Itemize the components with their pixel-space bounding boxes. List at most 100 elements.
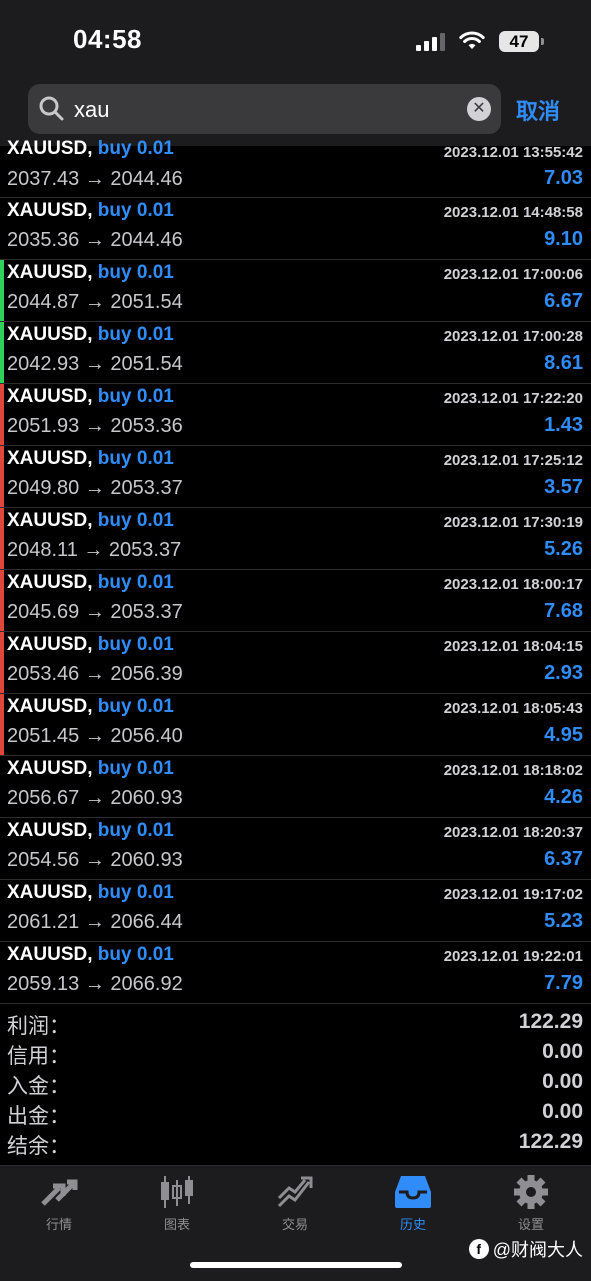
symbol-label: XAUUSD,	[7, 200, 93, 221]
summary-row: 利润： 122.29	[0, 1008, 591, 1038]
trade-row[interactable]: XAUUSD, buy 0.01 2023.12.01 18:20:37 2054.…	[0, 818, 591, 880]
trade-row[interactable]: XAUUSD, buy 0.01 2023.12.01 18:00:17 2045.…	[0, 570, 591, 632]
trade-row[interactable]: XAUUSD, buy 0.01 2023.12.01 17:30:19 2048.…	[0, 508, 591, 570]
symbol-label: XAUUSD,	[7, 510, 93, 531]
home-indicator[interactable]	[190, 1262, 402, 1268]
trade-prices: 2051.93 → 2053.36	[7, 415, 183, 437]
trade-symbol: XAUUSD, buy 0.01	[7, 200, 174, 222]
trade-prices: 2051.45 → 2056.40	[7, 725, 183, 747]
tab-chart[interactable]: 图表	[118, 1174, 236, 1236]
trade-prices: 2048.11 → 2053.37	[7, 539, 182, 561]
trade-side: buy 0.01	[97, 758, 174, 779]
trade-side: buy 0.01	[97, 262, 174, 283]
trade-status-marker	[0, 384, 4, 445]
status-time: 04:58	[73, 24, 142, 54]
search-input[interactable]	[72, 93, 456, 127]
trade-profit: 5.23	[544, 910, 583, 932]
trade-side: buy 0.01	[97, 138, 174, 159]
summary-value: 0.00	[542, 1040, 583, 1063]
chart-icon	[161, 1176, 193, 1208]
summary-row: 信用： 0.00	[0, 1038, 591, 1068]
gear-icon	[514, 1175, 548, 1209]
summary-label: 信用：	[7, 1045, 70, 1068]
trade-status-marker	[0, 570, 4, 631]
trade-time: 2023.12.01 17:30:19	[443, 514, 583, 531]
trade-side: buy 0.01	[97, 820, 174, 841]
trade-row[interactable]: XAUUSD, buy 0.01 2023.12.01 18:18:02 2056.…	[0, 756, 591, 818]
trade-profit: 7.79	[544, 972, 583, 994]
trade-status-marker	[0, 446, 4, 507]
tab-label: 交易	[281, 1217, 308, 1232]
trade-side: buy 0.01	[97, 882, 174, 903]
trade-prices: 2054.56 → 2060.93	[7, 849, 183, 871]
trade-profit: 4.26	[544, 786, 583, 808]
symbol-label: XAUUSD,	[7, 386, 93, 407]
trade-time: 2023.12.01 17:00:06	[443, 266, 583, 283]
trade-profit: 6.37	[544, 848, 583, 870]
trade-symbol: XAUUSD, buy 0.01	[7, 324, 174, 346]
symbol-label: XAUUSD,	[7, 572, 93, 593]
symbol-label: XAUUSD,	[7, 696, 93, 717]
trade-row[interactable]: XAUUSD, buy 0.01 2023.12.01 17:25:12 2049.…	[0, 446, 591, 508]
trade-row[interactable]: XAUUSD, buy 0.01 2023.12.01 19:17:02 2061.…	[0, 880, 591, 942]
trade-symbol: XAUUSD, buy 0.01	[7, 510, 174, 532]
tab-label: 行情	[45, 1217, 72, 1232]
trade-row[interactable]: XAUUSD, buy 0.01 2023.12.01 17:22:20 2051.…	[0, 384, 591, 446]
trade-side: buy 0.01	[97, 324, 174, 345]
trade-symbol: XAUUSD, buy 0.01	[7, 262, 174, 284]
trade-prices: 2049.80 → 2053.37	[7, 477, 183, 499]
trade-symbol: XAUUSD, buy 0.01	[7, 758, 174, 780]
trade-row[interactable]: XAUUSD, buy 0.01 2023.12.01 17:00:06 2044.…	[0, 260, 591, 322]
trade-time: 2023.12.01 19:17:02	[443, 886, 583, 903]
trade-profit: 3.57	[544, 476, 583, 498]
trade-row[interactable]: XAUUSD, buy 0.01 2023.12.01 14:48:58 2035.…	[0, 198, 591, 260]
summary-label: 利润：	[7, 1015, 70, 1038]
trade-time: 2023.12.01 18:18:02	[443, 762, 583, 779]
trade-side: buy 0.01	[97, 634, 174, 655]
trade-status-marker	[0, 694, 4, 755]
trade-symbol: XAUUSD, buy 0.01	[7, 386, 174, 408]
trade-history-list: XAUUSD, buy 0.01 2023.12.01 13:55:42 2037.…	[0, 138, 591, 1004]
watermark-text: @财阀大人	[492, 1240, 583, 1260]
quotes-icon	[41, 1179, 78, 1206]
trade-prices: 2037.43 → 2044.46	[7, 168, 183, 190]
trade-prices: 2053.46 → 2056.39	[7, 663, 183, 685]
trade-row[interactable]: XAUUSD, buy 0.01 2023.12.01 18:04:15 2053.…	[0, 632, 591, 694]
summary-row: 出金： 0.00	[0, 1098, 591, 1128]
trade-side: buy 0.01	[97, 510, 174, 531]
cancel-button[interactable]: 取消	[516, 94, 560, 126]
trade-profit: 7.03	[544, 167, 583, 189]
tab-history[interactable]: 历史	[354, 1174, 472, 1236]
tab-label: 设置	[517, 1217, 544, 1232]
symbol-label: XAUUSD,	[7, 758, 93, 779]
trade-prices: 2059.13 → 2066.92	[7, 973, 183, 995]
trade-row[interactable]: XAUUSD, buy 0.01 2023.12.01 13:55:42 2037.…	[0, 138, 591, 198]
summary-label: 结余：	[7, 1135, 70, 1158]
search-bar[interactable]: ✕	[28, 84, 501, 134]
trade-prices: 2045.69 → 2053.37	[7, 601, 183, 623]
trade-symbol: XAUUSD, buy 0.01	[7, 572, 174, 594]
trade-prices: 2056.67 → 2060.93	[7, 787, 183, 809]
trade-row[interactable]: XAUUSD, buy 0.01 2023.12.01 17:00:28 2042.…	[0, 322, 591, 384]
symbol-label: XAUUSD,	[7, 262, 93, 283]
tab-settings[interactable]: 设置	[472, 1174, 590, 1236]
trade-symbol: XAUUSD, buy 0.01	[7, 820, 174, 842]
symbol-label: XAUUSD,	[7, 882, 93, 903]
tab-trade[interactable]: 交易	[236, 1174, 354, 1236]
trade-profit: 2.93	[544, 662, 583, 684]
clear-search-icon[interactable]: ✕	[467, 97, 491, 121]
trade-side: buy 0.01	[97, 448, 174, 469]
trade-side: buy 0.01	[97, 696, 174, 717]
top-bar: 04:58 47 ✕ 取消	[0, 0, 591, 146]
trade-time: 2023.12.01 19:22:01	[443, 948, 583, 965]
trade-time: 2023.12.01 18:00:17	[443, 576, 583, 593]
trade-time: 2023.12.01 17:00:28	[443, 328, 583, 345]
trade-prices: 2044.87 → 2051.54	[7, 291, 183, 313]
trade-row[interactable]: XAUUSD, buy 0.01 2023.12.01 18:05:43 2051.…	[0, 694, 591, 756]
trade-symbol: XAUUSD, buy 0.01	[7, 882, 174, 904]
trade-row[interactable]: XAUUSD, buy 0.01 2023.12.01 19:22:01 2059.…	[0, 942, 591, 1004]
trade-side: buy 0.01	[97, 572, 174, 593]
wifi-icon	[459, 31, 485, 49]
tab-quotes[interactable]: 行情	[0, 1174, 118, 1236]
symbol-label: XAUUSD,	[7, 448, 93, 469]
